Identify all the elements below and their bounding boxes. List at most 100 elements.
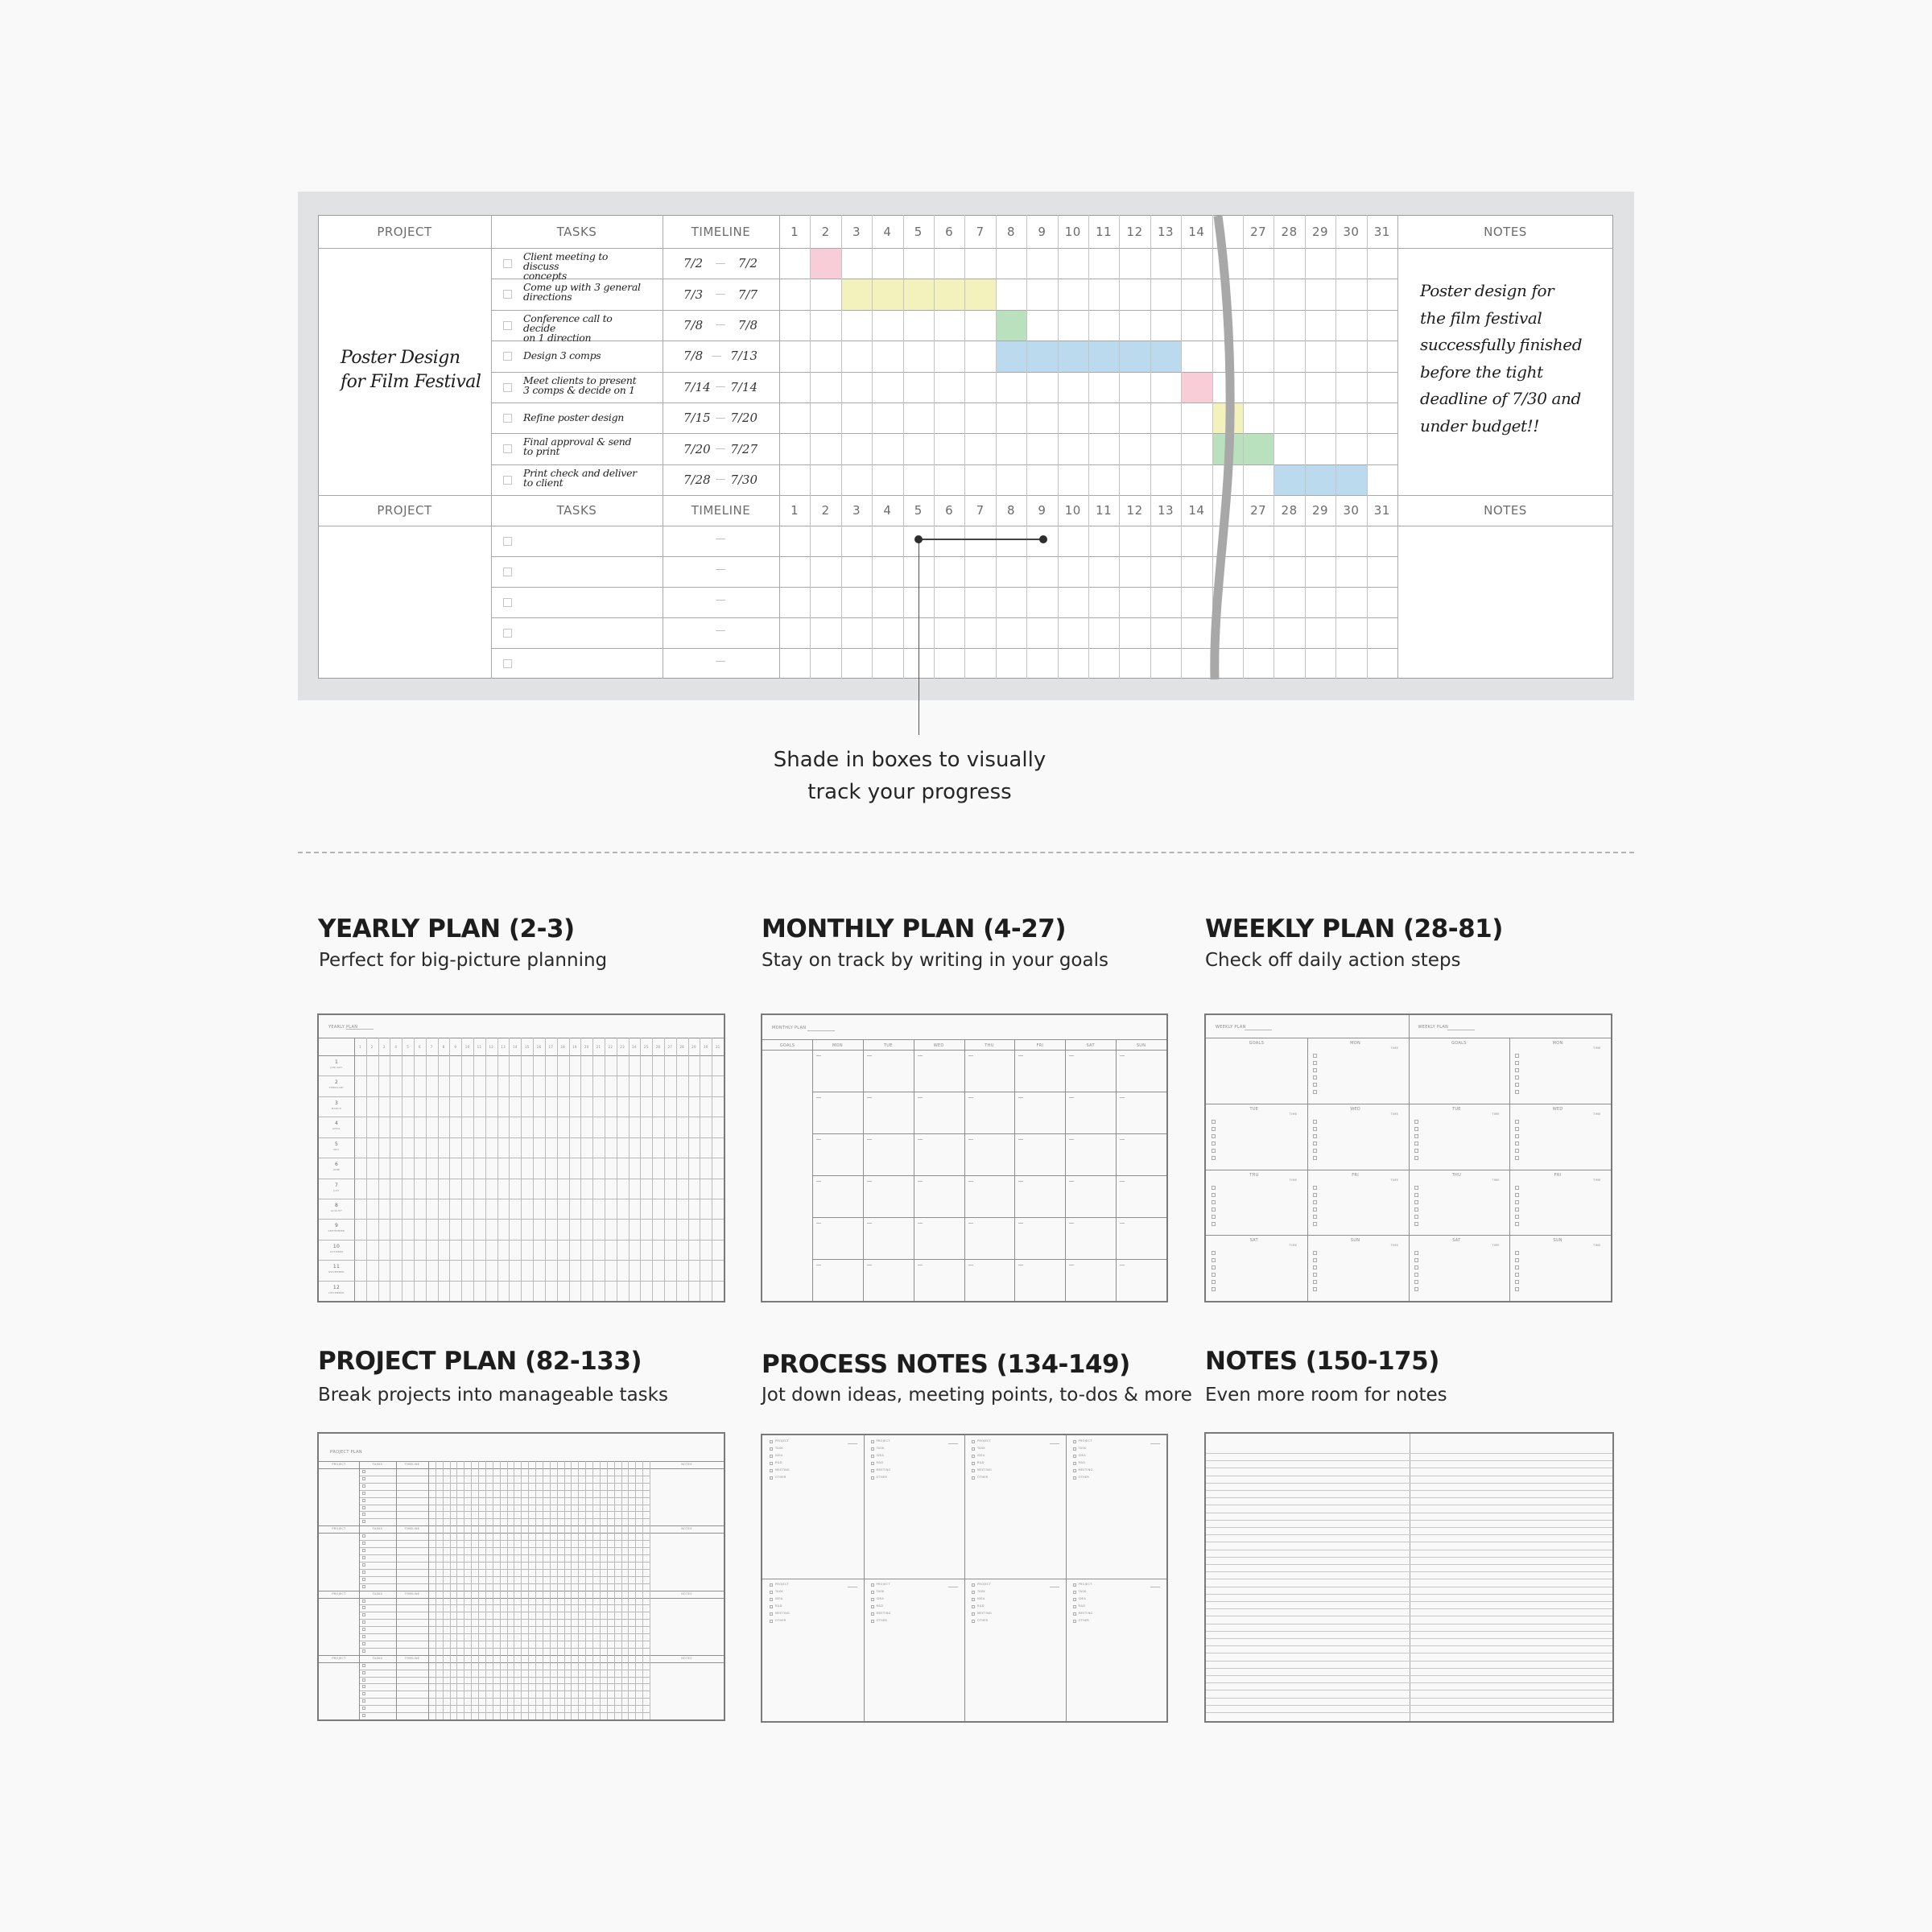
yearly-plan-preview[interactable]: YEARLY PLAN 1 2 3 4 5 6 7 8 9 10 11 12 13 14 15 16 17 18 19…: [317, 1013, 725, 1302]
category-label: IDEA: [775, 1454, 783, 1457]
day-column-line: [964, 215, 966, 679]
mini-checkbox: [1212, 1199, 1216, 1204]
task-checkbox[interactable]: [503, 290, 512, 299]
day-number: 12: [489, 1045, 494, 1049]
category-checkbox: [972, 1469, 975, 1472]
grid-line: [319, 1280, 724, 1282]
section-subtitle-monthly: Stay on track by writing in your goals: [762, 950, 1108, 971]
notes-preview[interactable]: [1204, 1432, 1614, 1723]
month-name: NOVEMBER: [328, 1270, 345, 1274]
task-checkbox[interactable]: [503, 259, 512, 268]
block-header: NOTES: [681, 1591, 692, 1596]
task-checkbox[interactable]: [503, 352, 512, 361]
timeline-dash: —: [715, 594, 726, 607]
category-label: IDEA: [977, 1596, 985, 1600]
progress-shaded-cell[interactable]: [872, 279, 903, 310]
task-checkbox[interactable]: [503, 475, 512, 485]
header-timeline: TIMELINE: [691, 224, 751, 239]
progress-shaded-cell[interactable]: [1057, 341, 1088, 372]
date-blank: [816, 1139, 821, 1140]
grid-line: [521, 1461, 522, 1719]
progress-shaded-cell[interactable]: [1304, 464, 1336, 496]
row-divider: [491, 371, 1397, 373]
day-number: 30: [703, 1045, 708, 1049]
progress-shaded-cell[interactable]: [1150, 341, 1182, 372]
column-divider: [491, 215, 492, 679]
header-day: 5: [914, 224, 923, 239]
progress-shaded-cell[interactable]: [1274, 464, 1305, 496]
section-subtitle-process-notes: Jot down ideas, meeting points, to-dos &…: [762, 1385, 1192, 1406]
mini-checkbox: [1212, 1273, 1216, 1278]
weekly-plan-preview[interactable]: WEEKLY PLAN WEEKLY PLAN GOALS MON TIME TUE TIM…: [1204, 1013, 1612, 1302]
progress-shaded-cell[interactable]: [810, 248, 841, 279]
progress-shaded-cell[interactable]: [934, 279, 965, 310]
timeline-dash: —: [711, 349, 722, 362]
header-day: 1: [791, 224, 799, 239]
progress-shaded-cell[interactable]: [995, 309, 1027, 341]
mini-checkbox: [1515, 1119, 1520, 1124]
mini-checkbox: [1414, 1273, 1418, 1278]
category-checkbox: [972, 1604, 975, 1608]
grid-line: [635, 1461, 637, 1719]
time-label: TIME: [1390, 1178, 1399, 1182]
category-checkbox: [972, 1590, 975, 1594]
task-checkbox[interactable]: [503, 414, 512, 423]
block-header: TASKS: [372, 1656, 383, 1660]
timeline-start: 7/28: [683, 472, 711, 487]
task-checkbox[interactable]: [503, 598, 512, 608]
progress-shaded-cell[interactable]: [902, 279, 934, 310]
mini-checkbox: [1414, 1192, 1418, 1197]
category-label: IDEA: [977, 1454, 985, 1457]
callout-line1: Shade in boxes to visually: [773, 748, 1046, 772]
goals-header: GOALS: [779, 1043, 795, 1048]
category-label: IDEA: [876, 1596, 885, 1600]
time-label: TIME: [1593, 1112, 1601, 1116]
grid-line: [642, 1461, 644, 1719]
progress-shaded-cell[interactable]: [1026, 341, 1058, 372]
progress-shaded-cell[interactable]: [1088, 341, 1120, 372]
process-notes-preview[interactable]: PROJECT TASK IDEA R&D MEETING OTHER PROJECT TAS…: [761, 1434, 1168, 1723]
task-input[interactable]: [522, 621, 654, 645]
row-divider: [491, 309, 1397, 311]
task-checkbox[interactable]: [503, 659, 512, 669]
progress-shaded-cell[interactable]: [1335, 464, 1367, 496]
mini-checkbox: [1212, 1148, 1216, 1153]
progress-shaded-cell[interactable]: [964, 279, 996, 310]
category-checkbox: [870, 1440, 874, 1443]
task-checkbox[interactable]: [503, 320, 512, 330]
task-checkbox[interactable]: [503, 382, 512, 392]
date-blank: [1049, 1443, 1059, 1444]
grid-line: [449, 1461, 451, 1719]
task-checkbox[interactable]: [503, 629, 512, 638]
task-input[interactable]: [522, 529, 654, 553]
task-input[interactable]: [522, 559, 654, 584]
time-label: TIME: [1289, 1244, 1298, 1248]
ruled-line: [1206, 1564, 1612, 1565]
task-input[interactable]: [522, 651, 654, 675]
category-label: MEETING: [775, 1611, 791, 1615]
mini-checkbox: [1212, 1155, 1216, 1160]
day-number: 19: [572, 1045, 577, 1049]
mini-checkbox: [1312, 1083, 1317, 1087]
date-blank: [917, 1055, 923, 1056]
task-checkbox[interactable]: [503, 537, 512, 547]
ruled-line: [1206, 1645, 1612, 1647]
day-number: 14: [513, 1045, 518, 1049]
block-header: PROJECT: [332, 1591, 346, 1596]
project-plan-preview[interactable]: PROJECT PLAN PROJECT TASKS TIMELINE NOTES PRO…: [317, 1432, 725, 1721]
grid-line: [506, 1461, 508, 1719]
mini-checkbox: [1515, 1133, 1520, 1138]
progress-shaded-cell[interactable]: [1119, 341, 1150, 372]
mini-checkbox: [362, 1498, 365, 1502]
mini-checkbox: [1312, 1061, 1317, 1065]
category-checkbox: [972, 1440, 975, 1443]
task-checkbox[interactable]: [503, 568, 512, 577]
monthly-plan-preview[interactable]: MONTHLY PLAN GOALS MON TUE WED THU FRI SAT SUN: [761, 1013, 1168, 1302]
task-timeline: 7/28 — 7/30: [683, 464, 758, 495]
day-number: 26: [655, 1045, 661, 1049]
task-input[interactable]: [522, 590, 654, 614]
progress-shaded-cell[interactable]: [840, 279, 873, 310]
progress-shaded-cell[interactable]: [995, 341, 1027, 372]
task-checkbox[interactable]: [503, 444, 512, 454]
date-blank: [948, 1443, 958, 1444]
